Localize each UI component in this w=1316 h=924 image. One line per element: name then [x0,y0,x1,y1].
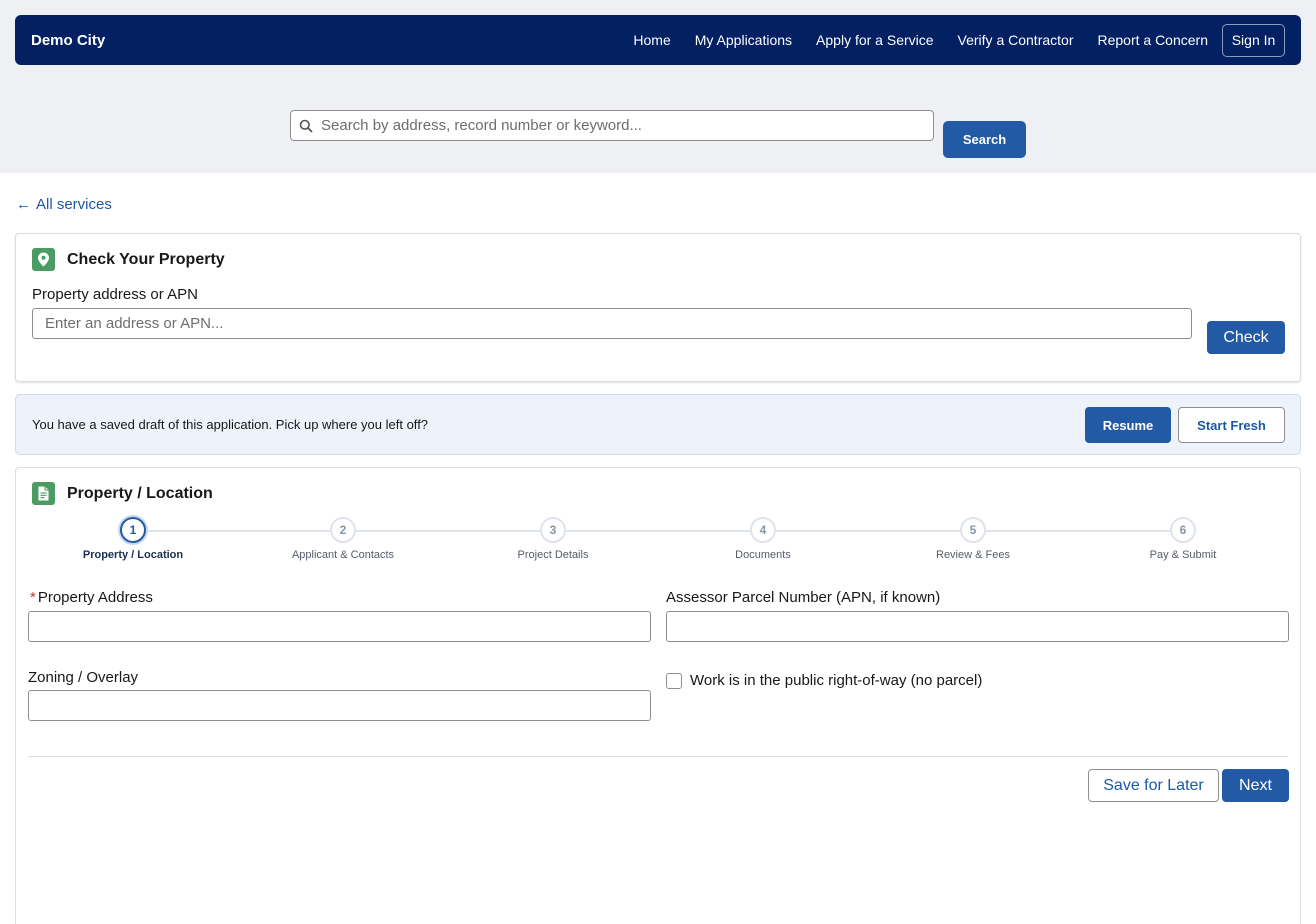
step-number: 2 [330,517,356,543]
top-navbar: Demo City Home My Applications Apply for… [15,15,1301,65]
header-band: Demo City Home My Applications Apply for… [0,0,1316,173]
brand-name[interactable]: Demo City [31,32,105,49]
zoning-overlay-input[interactable] [28,690,651,721]
property-address-apn-input[interactable] [32,308,1192,339]
progress-stepper: 1 Property / Location 2 Applicant & Cont… [16,515,1302,575]
nav-link-report-concern[interactable]: Report a Concern [1097,32,1208,48]
check-property-title: Check Your Property [67,250,225,268]
step-property-location[interactable]: 1 Property / Location [43,515,223,561]
step-label: Documents [735,549,791,561]
nav-link-home[interactable]: Home [633,32,670,48]
property-address-apn-label: Property address or APN [32,286,198,303]
required-marker: * [30,589,36,606]
form-divider [28,756,1288,757]
sign-in-button[interactable]: Sign In [1222,23,1285,57]
resume-button[interactable]: Resume [1085,407,1171,443]
public-row-checkbox-label: Work is in the public right-of-way (no p… [690,672,983,689]
check-property-header: Check Your Property [32,248,225,271]
step-review-fees[interactable]: 5 Review & Fees [883,515,1063,561]
arrow-left-icon: ← [16,196,31,213]
step-label: Review & Fees [936,549,1010,561]
next-button[interactable]: Next [1222,769,1289,802]
step-label: Applicant & Contacts [291,549,395,561]
property-address-label: * Property Address [30,589,153,606]
document-icon [32,482,55,505]
step-label: Pay & Submit [1149,549,1217,561]
map-pin-icon [32,248,55,271]
nav-link-apply-service[interactable]: Apply for a Service [816,32,934,48]
property-address-input[interactable] [28,611,651,642]
apn-input[interactable] [666,611,1289,642]
saved-draft-banner: You have a saved draft of this applicati… [15,394,1301,455]
check-property-card: Check Your Property Property address or … [15,233,1301,382]
nav-link-my-applications[interactable]: My Applications [695,32,792,48]
step-number: 6 [1170,517,1196,543]
step-number: 5 [960,517,986,543]
save-for-later-button[interactable]: Save for Later [1088,769,1219,802]
start-fresh-button[interactable]: Start Fresh [1178,407,1285,443]
public-row-checkbox-row[interactable]: Work is in the public right-of-way (no p… [666,672,982,689]
step-applicant-contacts[interactable]: 2 Applicant & Contacts [253,515,433,561]
step-number: 1 [120,517,146,543]
form-header: Property / Location [32,482,213,505]
saved-draft-message: You have a saved draft of this applicati… [32,417,429,432]
all-services-label: All services [36,196,112,213]
step-label: Property / Location [82,549,184,561]
public-row-checkbox[interactable] [666,672,682,689]
check-button[interactable]: Check [1207,321,1285,354]
nav-link-verify-contractor[interactable]: Verify a Contractor [958,32,1074,48]
step-number: 4 [750,517,776,543]
search-box [290,110,934,141]
property-location-form: Property / Location 1 Property / Locatio… [15,467,1301,924]
zoning-overlay-label: Zoning / Overlay [28,669,139,686]
search-button[interactable]: Search [943,121,1026,158]
form-title: Property / Location [67,484,213,502]
search-icon [291,119,321,133]
search-input[interactable] [321,117,933,134]
step-project-details[interactable]: 3 Project Details [463,515,643,561]
step-documents[interactable]: 4 Documents [673,515,853,561]
nav-links: Home My Applications Apply for a Service… [633,32,1208,48]
all-services-link[interactable]: ← All services [16,196,112,213]
step-number: 3 [540,517,566,543]
step-label: Project Details [517,549,589,561]
apn-label: Assessor Parcel Number (APN, if known) [666,589,941,606]
step-pay-submit[interactable]: 6 Pay & Submit [1093,515,1273,561]
